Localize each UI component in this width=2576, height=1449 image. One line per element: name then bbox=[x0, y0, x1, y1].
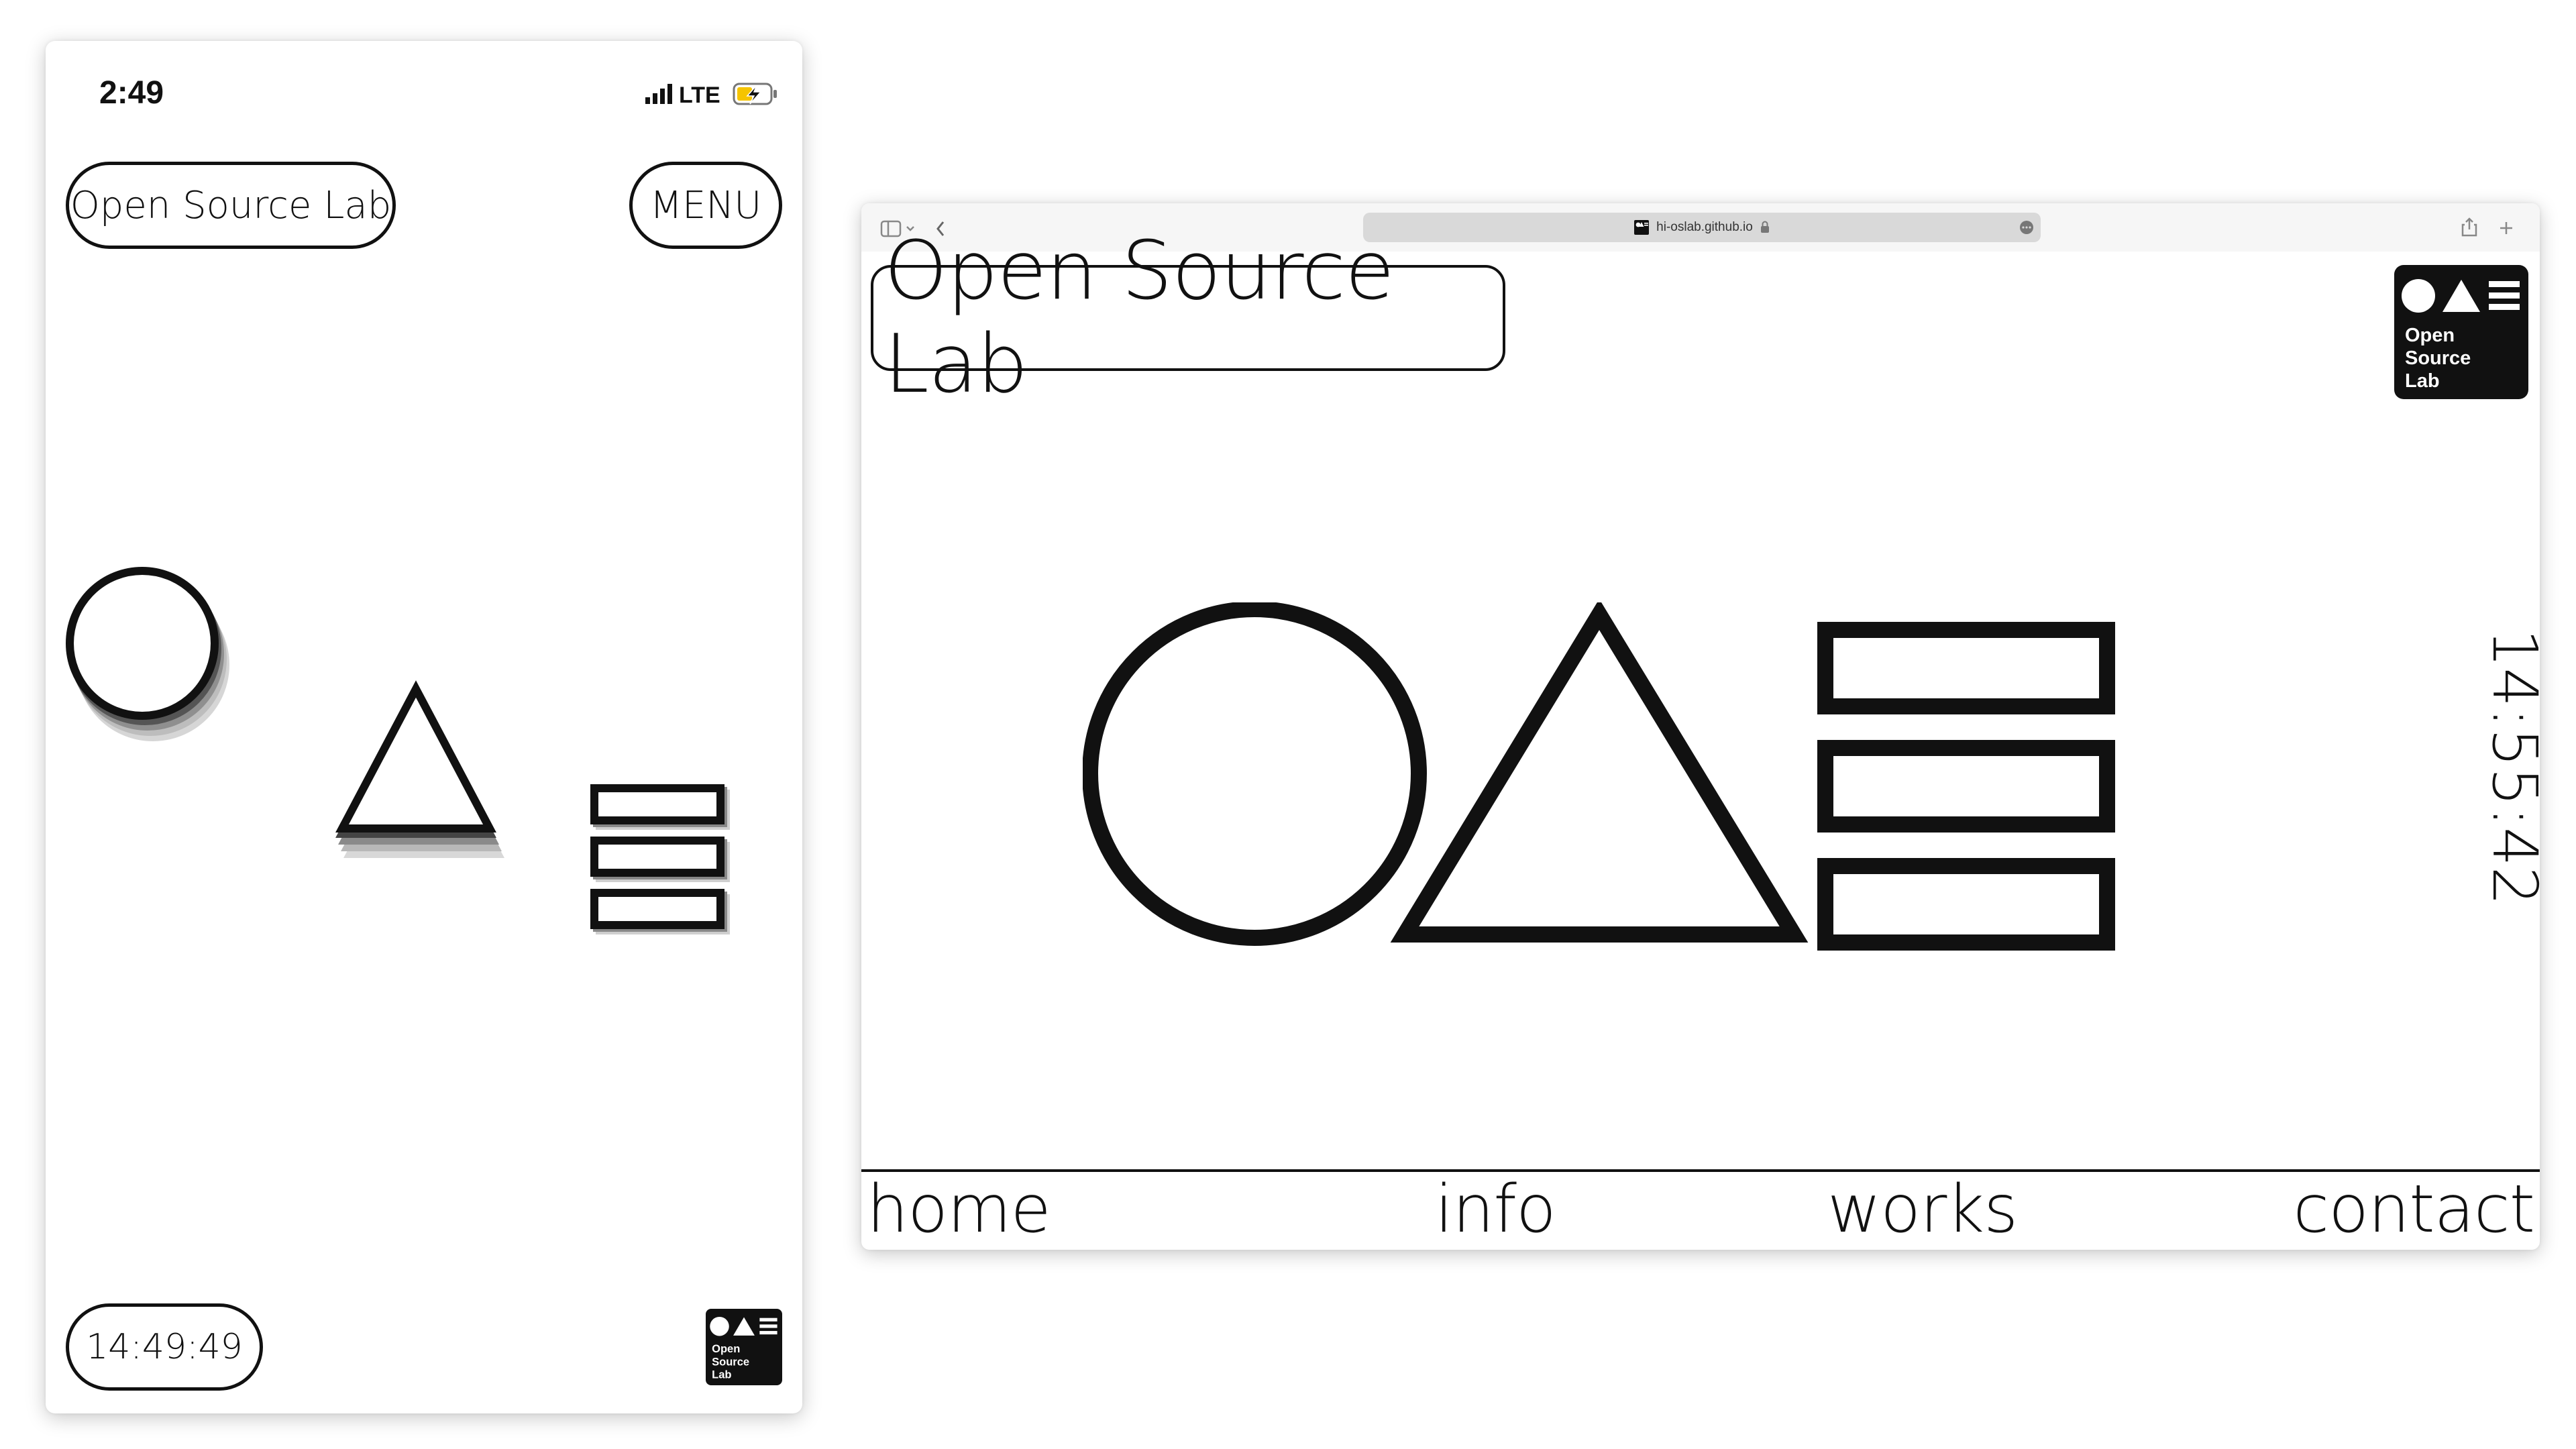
status-bar-time: 2:49 bbox=[99, 75, 164, 111]
site-title-button[interactable]: Open Source Lab bbox=[66, 162, 396, 249]
logo-shapes-animation bbox=[66, 567, 730, 934]
battery-charging-icon bbox=[733, 83, 777, 105]
triangle-shape-icon bbox=[1390, 602, 1809, 943]
logo-text-line: Lab bbox=[712, 1368, 731, 1381]
stacked-rectangles-icon bbox=[1817, 622, 2115, 951]
mobile-device-frame: 2:49 LTE Open Source Lab MENU 14:49:49 O… bbox=[46, 41, 802, 1413]
share-icon[interactable] bbox=[2461, 217, 2477, 237]
site-favicon-icon bbox=[1634, 220, 1650, 235]
status-bar-indicators: LTE bbox=[645, 83, 777, 107]
more-dots-icon[interactable] bbox=[2019, 220, 2034, 235]
circle-shape-icon bbox=[1083, 602, 1427, 946]
nav-link-info[interactable]: info bbox=[1435, 1175, 1556, 1244]
nav-link-contact[interactable]: contact bbox=[2293, 1175, 2535, 1244]
stacked-rectangles-icon bbox=[590, 784, 730, 934]
nav-link-home[interactable]: home bbox=[867, 1175, 1051, 1244]
logo-text-line: Lab bbox=[2405, 370, 2440, 392]
site-title[interactable]: Open Source Lab bbox=[871, 225, 1505, 411]
clock-display: 14:49:49 bbox=[66, 1303, 263, 1391]
nav-divider bbox=[861, 1169, 2540, 1172]
logo-text-line: Source bbox=[712, 1355, 749, 1368]
circle-shape-icon bbox=[66, 567, 229, 741]
vertical-clock: 14:55:42 bbox=[2471, 628, 2540, 905]
desktop-browser-window: hi-oslab.github.io Open Source Lab Open … bbox=[861, 203, 2540, 1250]
toolbar-right-controls bbox=[2461, 217, 2512, 237]
logo-text-line: Source bbox=[2405, 347, 2471, 369]
new-tab-plus-icon[interactable] bbox=[2500, 222, 2512, 234]
signal-bars-icon bbox=[645, 84, 672, 104]
lock-icon bbox=[1760, 221, 1769, 233]
url-text: hi-oslab.github.io bbox=[1656, 220, 1753, 234]
logo-text-line: Open bbox=[712, 1342, 740, 1355]
menu-button[interactable]: MENU bbox=[629, 162, 782, 249]
triangle-shape-icon bbox=[335, 680, 504, 858]
oslab-logo[interactable]: Open Source Lab bbox=[2394, 265, 2528, 399]
clock-text: 14:55:42 bbox=[2479, 628, 2540, 906]
logo-shapes-hero bbox=[1083, 602, 2115, 951]
logo-text-line: Open bbox=[2405, 325, 2455, 346]
oslab-logo[interactable]: Open Source Lab bbox=[706, 1309, 782, 1385]
network-type: LTE bbox=[679, 83, 720, 107]
nav-link-works[interactable]: works bbox=[1827, 1175, 2018, 1244]
